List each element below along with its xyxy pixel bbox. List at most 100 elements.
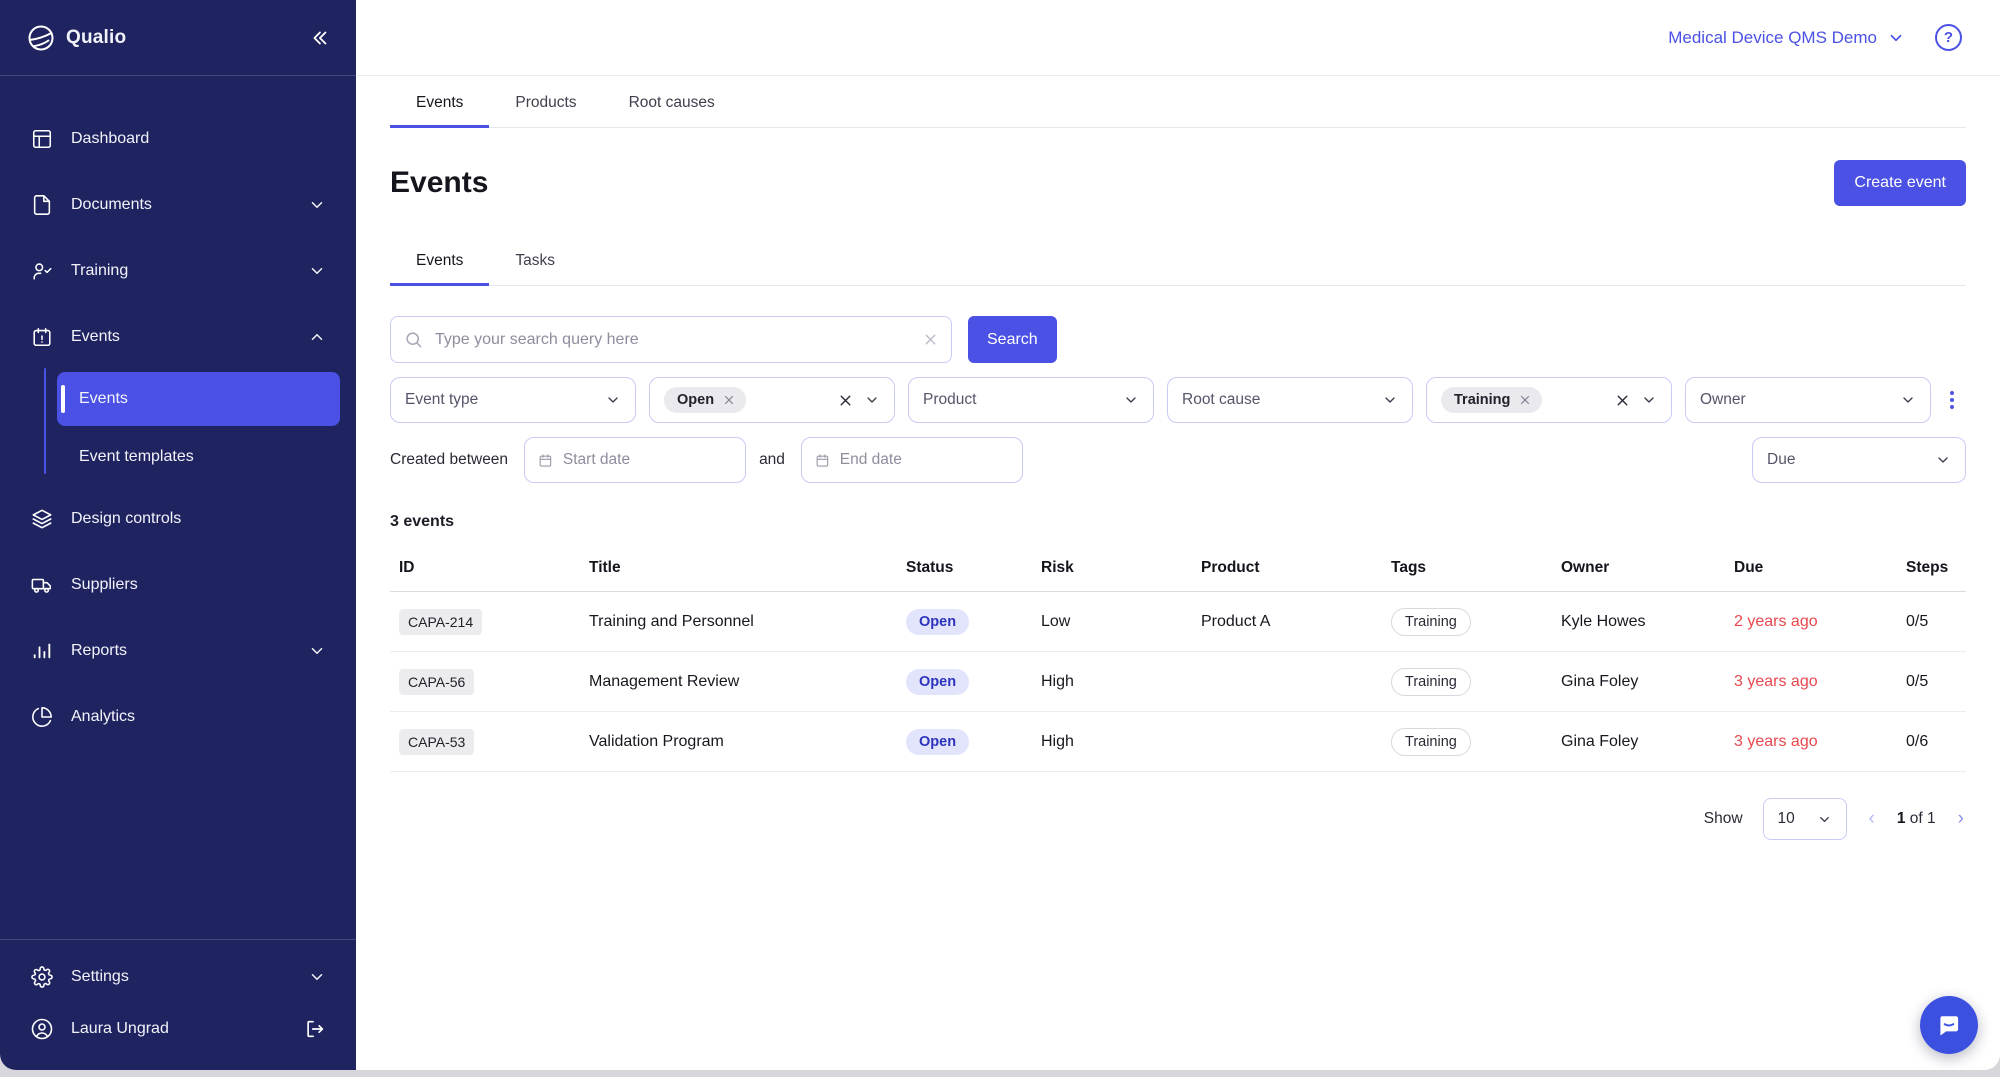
pill-label: Training <box>1454 392 1510 408</box>
date-filter-row: Created between and Due <box>390 437 1966 483</box>
main-area: Medical Device QMS Demo ? Events Product… <box>356 0 2000 1070</box>
logout-icon[interactable] <box>304 1018 326 1040</box>
sidebar-item-label: Training <box>71 262 128 280</box>
sidebar-item-documents[interactable]: Documents <box>16 182 340 228</box>
start-date-input[interactable] <box>563 451 732 469</box>
filter-due[interactable]: Due <box>1752 437 1966 483</box>
filter-status[interactable]: Open <box>649 377 895 423</box>
more-filters-icon[interactable] <box>1944 387 1960 413</box>
table-row[interactable]: CAPA-53 Validation Program Open High Tra… <box>390 712 1966 772</box>
qualio-logo: Qualio <box>26 23 126 53</box>
org-switcher[interactable]: Medical Device QMS Demo <box>1668 28 1905 48</box>
chevron-down-icon <box>308 642 326 660</box>
event-id-badge: CAPA-56 <box>399 669 474 695</box>
filter-product[interactable]: Product <box>908 377 1154 423</box>
chat-icon <box>1935 1011 1963 1039</box>
subnav-tree-line <box>44 368 46 474</box>
sidebar-item-events[interactable]: Events <box>16 314 340 360</box>
tab-products[interactable]: Products <box>489 76 602 128</box>
subtab-tasks[interactable]: Tasks <box>489 234 581 286</box>
sidebar-item-design-controls[interactable]: Design controls <box>16 496 340 542</box>
page-indicator: 1 of 1 <box>1897 810 1936 828</box>
search-clear-icon[interactable] <box>922 331 939 348</box>
calendar-icon <box>538 452 553 469</box>
app-window: Qualio Dashboard Documents <box>0 0 2000 1070</box>
table-row[interactable]: CAPA-56 Management Review Open High Trai… <box>390 652 1966 712</box>
col-risk: Risk <box>1032 559 1192 577</box>
user-check-icon <box>30 260 54 282</box>
search-field <box>390 316 952 363</box>
layers-icon <box>30 508 54 530</box>
current-page: 1 <box>1897 810 1906 827</box>
tab-events[interactable]: Events <box>390 76 489 128</box>
next-page-icon[interactable]: › <box>1956 808 1966 830</box>
event-due: 2 years ago <box>1725 613 1897 631</box>
subtab-events[interactable]: Events <box>390 234 489 286</box>
sidebar-subitem-events[interactable]: Events <box>57 372 340 426</box>
sidebar-subitem-event-templates[interactable]: Event templates <box>57 434 340 480</box>
tag-badge: Training <box>1391 668 1471 696</box>
org-name: Medical Device QMS Demo <box>1668 28 1877 48</box>
active-indicator <box>61 385 65 413</box>
col-owner: Owner <box>1552 559 1725 577</box>
table-body: CAPA-214 Training and Personnel Open Low… <box>390 592 1966 772</box>
filter-label: Owner <box>1700 391 1746 409</box>
create-event-button[interactable]: Create event <box>1834 160 1966 206</box>
sidebar-item-label: Design controls <box>71 510 181 528</box>
filter-tags[interactable]: Training <box>1426 377 1672 423</box>
tag-badge: Training <box>1391 608 1471 636</box>
sidebar-item-label: Dashboard <box>71 130 149 148</box>
sidebar-item-analytics[interactable]: Analytics <box>16 694 340 740</box>
calendar-alert-icon <box>30 326 54 348</box>
sidebar-collapse-icon[interactable] <box>308 27 330 49</box>
search-button[interactable]: Search <box>968 316 1057 363</box>
prev-page-icon[interactable]: ‹ <box>1867 808 1877 830</box>
dashboard-icon <box>30 128 54 150</box>
sidebar-item-training[interactable]: Training <box>16 248 340 294</box>
filter-root-cause[interactable]: Root cause <box>1167 377 1413 423</box>
table-row[interactable]: CAPA-214 Training and Personnel Open Low… <box>390 592 1966 652</box>
col-tags: Tags <box>1382 559 1552 577</box>
search-icon <box>404 330 423 354</box>
page-content: Events Products Root causes Events Creat… <box>356 76 2000 1070</box>
sidebar-item-dashboard[interactable]: Dashboard <box>16 116 340 162</box>
user-name: Laura Ungrad <box>71 1020 169 1038</box>
truck-icon <box>30 574 54 596</box>
calendar-icon <box>815 452 830 469</box>
search-input[interactable] <box>390 316 952 363</box>
secondary-tabs: Events Tasks <box>390 234 1966 286</box>
col-product: Product <box>1192 559 1382 577</box>
chevron-up-icon <box>308 328 326 346</box>
search-row: Search <box>390 316 1966 363</box>
sidebar-item-suppliers[interactable]: Suppliers <box>16 562 340 608</box>
sidebar-user[interactable]: Laura Ungrad <box>16 1006 340 1052</box>
filter-row: Event type Open <box>390 377 1966 423</box>
event-id-badge: CAPA-53 <box>399 729 474 755</box>
filter-owner[interactable]: Owner <box>1685 377 1931 423</box>
clear-filter-icon[interactable] <box>1614 392 1631 409</box>
clear-filter-icon[interactable] <box>837 392 854 409</box>
col-id: ID <box>390 559 580 577</box>
chevron-down-icon <box>1382 392 1398 408</box>
chevron-down-icon <box>1123 392 1139 408</box>
remove-pill-icon[interactable] <box>722 393 736 407</box>
user-avatar-icon <box>30 1017 54 1041</box>
end-date-input[interactable] <box>840 451 1009 469</box>
pill-label: Open <box>677 392 714 408</box>
tag-badge: Training <box>1391 728 1471 756</box>
page-size-select[interactable]: 10 <box>1763 798 1847 840</box>
chevron-down-icon <box>864 392 880 408</box>
chat-launcher-button[interactable] <box>1920 996 1978 1054</box>
filter-event-type[interactable]: Event type <box>390 377 636 423</box>
sidebar-item-label: Suppliers <box>71 576 138 594</box>
sidebar-item-label: Settings <box>71 968 129 986</box>
event-steps: 0/5 <box>1897 673 1966 691</box>
help-icon[interactable]: ? <box>1935 24 1962 51</box>
chevron-down-icon <box>1817 812 1832 827</box>
sidebar-item-settings[interactable]: Settings <box>16 954 340 1000</box>
remove-pill-icon[interactable] <box>1518 393 1532 407</box>
tab-root-causes[interactable]: Root causes <box>603 76 741 128</box>
sidebar-item-reports[interactable]: Reports <box>16 628 340 674</box>
topbar: Medical Device QMS Demo ? <box>356 0 2000 76</box>
created-between-label: Created between <box>390 451 508 469</box>
